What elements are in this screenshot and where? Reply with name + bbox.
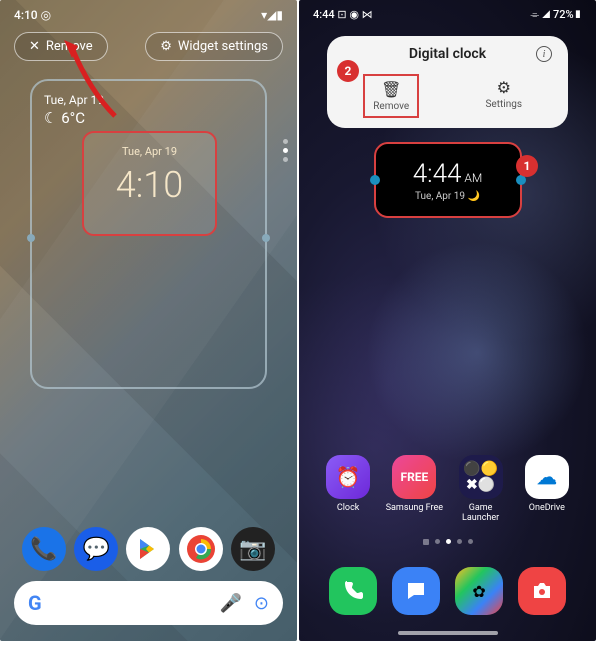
- widget-resize-frame[interactable]: Tue, Apr 19 ☾ 6°C Tue, Apr 19 4:10: [30, 79, 267, 389]
- settings-button[interactable]: ⚙ Settings: [448, 70, 561, 122]
- gear-icon: ⚙: [160, 39, 172, 54]
- annotation-badge-1: 1: [516, 155, 538, 177]
- clock-date: Tue, Apr 19: [84, 145, 215, 158]
- clock-widget[interactable]: Tue, Apr 19 4:10: [82, 131, 217, 236]
- weather-date: Tue, Apr 19: [44, 93, 253, 107]
- mic-icon[interactable]: 🎤: [219, 593, 241, 614]
- status-bar: 4:44 ⊡ ◉ ⋈ ⌯ ◢ 72%▮: [299, 0, 596, 26]
- messages-app-icon[interactable]: 💬: [74, 527, 118, 571]
- onedrive-app[interactable]: ☁ OneDrive: [518, 455, 576, 523]
- close-icon: ✕: [29, 39, 40, 54]
- moon-icon: 🌙: [468, 191, 480, 202]
- camera-icon[interactable]: 📷: [231, 527, 275, 571]
- dock: 📞 💬 📷: [0, 527, 297, 571]
- remove-button[interactable]: ✕ Remove: [14, 32, 108, 61]
- status-time: 4:44: [313, 8, 335, 21]
- nav-handle[interactable]: [398, 631, 498, 635]
- weather-temp: 6°C: [61, 109, 85, 127]
- page-indicator[interactable]: [299, 539, 596, 545]
- clock-time: 4:44AM: [413, 159, 483, 189]
- status-bar: 4:10 ◎ ▾◢▮: [0, 0, 297, 26]
- lens-icon[interactable]: ⊙: [254, 593, 269, 614]
- samsung-home-screen: 4:44 ⊡ ◉ ⋈ ⌯ ◢ 72%▮ 2 Digital clock i 🗑 …: [299, 0, 596, 641]
- phone-app-icon[interactable]: [329, 567, 377, 615]
- annotation-badge-2: 2: [337, 60, 359, 82]
- dock: ✿: [299, 567, 596, 615]
- clock-date: Tue, Apr 19 🌙: [415, 191, 480, 202]
- digital-clock-widget[interactable]: 4:44AM Tue, Apr 19 🌙: [374, 142, 522, 218]
- weather-widget[interactable]: Tue, Apr 19 ☾ 6°C: [44, 93, 253, 127]
- app-row: ⏰ Clock FREE Samsung Free ⚫🟡✖⚪ Game Laun…: [299, 455, 596, 523]
- trash-icon: 🗑: [373, 80, 409, 99]
- google-logo-icon: G: [28, 591, 42, 615]
- gear-icon: ⚙: [485, 78, 522, 97]
- widget-edit-actions: ✕ Remove ⚙ Widget settings: [0, 26, 297, 67]
- status-time: 4:10: [14, 8, 38, 22]
- pixel-home-screen: 4:10 ◎ ▾◢▮ ✕ Remove ⚙ Widget settings Tu…: [0, 0, 297, 641]
- gallery-app-icon[interactable]: ✿: [455, 567, 503, 615]
- search-bar[interactable]: G 🎤 ⊙: [14, 581, 283, 625]
- phone-app-icon[interactable]: 📞: [22, 527, 66, 571]
- clock-app[interactable]: ⏰ Clock: [319, 455, 377, 523]
- info-icon[interactable]: i: [536, 46, 552, 62]
- moon-icon: ☾: [44, 109, 57, 127]
- status-icons: ▾◢▮: [261, 8, 283, 22]
- clock-time: 4:10: [84, 164, 215, 206]
- chrome-icon[interactable]: [179, 527, 223, 571]
- popup-title: Digital clock: [409, 46, 486, 62]
- status-icons: ⌯ ◢ 72%▮: [530, 8, 582, 22]
- game-launcher-app[interactable]: ⚫🟡✖⚪ Game Launcher: [452, 455, 510, 523]
- widget-context-popup: Digital clock i 🗑 Remove ⚙ Settings: [327, 36, 568, 128]
- page-indicator: [283, 135, 289, 166]
- camera-app-icon[interactable]: [518, 567, 566, 615]
- widget-settings-button[interactable]: ⚙ Widget settings: [145, 32, 283, 61]
- play-store-icon[interactable]: [126, 527, 170, 571]
- messages-app-icon[interactable]: [392, 567, 440, 615]
- samsung-free-app[interactable]: FREE Samsung Free: [385, 455, 443, 523]
